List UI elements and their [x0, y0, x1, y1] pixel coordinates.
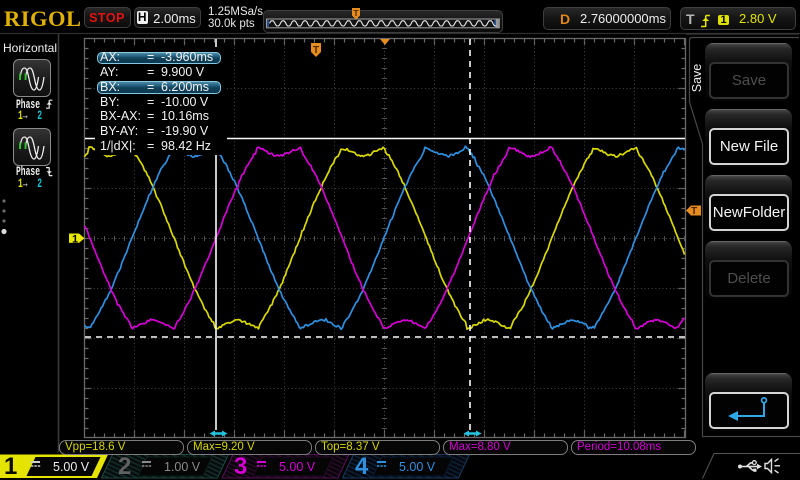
svg-text:1.00 V: 1.00 V — [164, 460, 201, 474]
svg-text:T: T — [313, 45, 319, 56]
svg-text:5.00 V: 5.00 V — [399, 460, 436, 474]
svg-text:1: 1 — [4, 453, 17, 480]
svg-text:T: T — [691, 206, 697, 217]
svg-text:4: 4 — [355, 453, 369, 480]
svg-text:5.00 V: 5.00 V — [279, 460, 316, 474]
svg-text:1: 1 — [72, 234, 78, 246]
svg-text:5.00 V: 5.00 V — [53, 460, 90, 474]
svg-text:T: T — [353, 8, 359, 18]
svg-text:3: 3 — [234, 453, 247, 480]
svg-text:2: 2 — [118, 453, 131, 480]
